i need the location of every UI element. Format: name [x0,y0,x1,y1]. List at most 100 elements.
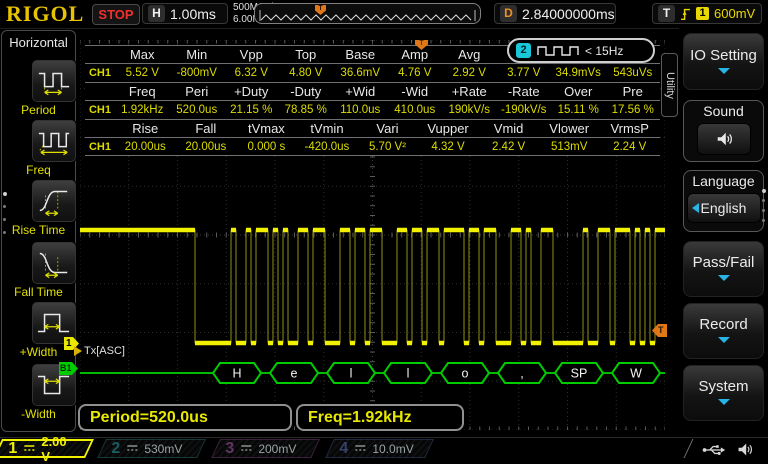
channel-number: 4 [340,440,349,458]
menu-button-label: IO Setting [684,47,763,64]
period-icon [34,64,74,98]
period-readout: Period=520.0us [78,404,292,431]
measurement-header: Freq [115,84,170,99]
measurement-value: 5.70 V² [357,141,418,153]
measurement-value: 17.56 % [606,104,661,116]
trigger-source-badge: 1 [696,7,709,20]
measurement-value: -420.0us [297,141,358,153]
measurement-value: 21.15 % [224,104,279,116]
channel-2-chip[interactable]: 2530mV [97,439,206,458]
channel-label: CH1 [85,67,115,79]
chevron-left-icon [692,203,699,213]
measurement-value: 5.52 V [115,67,170,79]
page-indicator-dot [3,231,6,234]
measurement-value: 4.32 V [418,141,479,153]
rise-time-icon [34,184,74,218]
menu-button-system[interactable]: System [683,365,764,421]
measurement-header: Max [115,47,170,62]
measurement-value: 543uVs [606,67,661,79]
channel-1-chip[interactable]: 12.00 V [0,439,94,458]
measurement-header: +Duty [224,84,279,99]
measurement-value: 34.9mVs [551,67,606,79]
ch2-frequency-popup: 2 < 15Hz [507,38,655,63]
measurement-value: 110.0us [333,104,388,116]
page-indicator-dot [3,192,7,196]
waveform-preview[interactable]: T [254,3,481,24]
measurement-value: 3.77 V [497,67,552,79]
menu-button-label: System [684,378,763,395]
decode-char: e [291,367,298,381]
decode-char: o [462,367,469,381]
language-select[interactable]: English [687,193,761,223]
measurement-value: 2.24 V [599,141,660,153]
measurement-header: +Wid [333,84,388,99]
status-divider [684,439,694,458]
utility-menu: IO Setting Sound LanguageEnglish Pass/Fail R… [679,28,768,437]
measurement-value: 2.42 V [478,141,539,153]
page-indicator-dot [762,199,765,202]
measurement-header: Vupper [418,121,479,136]
measurement-value: -190kV/s [497,104,552,116]
menu-button-io-setting[interactable]: IO Setting [683,33,764,90]
square-wave-icon [537,44,579,57]
measurement-value: 0.000 s [236,141,297,153]
status-icons [702,441,753,458]
run-state-button[interactable]: STOP [92,4,140,25]
measurement-header: Vpp [224,47,279,62]
decode-char: l [350,367,353,381]
menu-item-fall-time[interactable] [31,241,77,285]
menu-button-sound[interactable]: Sound [683,100,764,162]
measurement-header: Peri [170,84,225,99]
trigger-level-value: 600mV [714,6,755,21]
t-key-icon: T [658,5,675,22]
trigger-readout[interactable]: T 1 600mV [652,3,762,24]
freq-icon [34,124,74,158]
measurement-header: -Wid [388,84,443,99]
measurement-value: 20.00us [176,141,237,153]
language-value: English [701,200,747,216]
measurement-header: Over [551,84,606,99]
horizontal-timebase-readout[interactable]: H 1.00ms [142,3,228,24]
channel-label: CH1 [85,141,115,153]
ch2-frequency-text: < 15Hz [585,44,623,58]
delay-value: 2.84000000ms [522,6,615,22]
menu-item-rise-time[interactable] [31,179,77,223]
menu-button-language[interactable]: LanguageEnglish [683,170,764,232]
page-indicator-dot [762,219,765,222]
sound-toggle-button[interactable] [697,123,751,155]
menu-item-freq[interactable] [31,119,77,163]
delay-readout[interactable]: D 2.84000000ms [494,3,616,24]
speaker-icon [715,130,733,148]
channel-scale: 2.00 V [41,434,78,464]
page-indicator-dot [762,189,766,193]
menu-item-label: Fall Time [2,285,75,299]
measurement-header: -Duty [279,84,334,99]
plus-width-icon [34,306,74,340]
measurement-header: Pre [606,84,661,99]
ch1-waveform [80,230,665,343]
channel2-badge: 2 [516,43,531,58]
measurement-value: 410.0us [388,104,443,116]
measurement-header: Vlower [539,121,600,136]
menu-item-period[interactable] [31,59,77,103]
channel-4-chip[interactable]: 410.0mV [325,439,434,458]
menu-button-pass-fail[interactable]: Pass/Fail [683,241,764,297]
dc-coupling-icon [354,440,366,458]
menu-button-record[interactable]: Record [683,303,764,359]
top-bar: RIGOL STOP H 1.00ms 500MSa/s 6.00M pts T… [0,0,768,29]
timebase-value: 1.00ms [170,6,216,22]
oscilloscope-screen: RIGOL STOP H 1.00ms 500MSa/s 6.00M pts T… [0,0,768,460]
measurement-value: 15.11 % [551,104,606,116]
measurement-header: Base [333,47,388,62]
measurement-value: -800mV [170,67,225,79]
channel-3-chip[interactable]: 3200mV [211,439,320,458]
rigol-logo: RIGOL [6,1,84,27]
channel-scale: 200mV [258,442,296,456]
status-bar: 12.00 V2530mV 3200mV 410.0mV [0,437,768,460]
measurement-value-row: CH15.52 V-800mV6.32 V4.80 V36.6mV4.76 V2… [85,64,660,82]
page-indicator-dot [3,218,6,221]
channel-label: CH1 [85,104,115,116]
decode-char: SP [571,367,588,381]
rising-edge-icon [680,6,691,22]
measurement-value: 36.6mV [333,67,388,79]
